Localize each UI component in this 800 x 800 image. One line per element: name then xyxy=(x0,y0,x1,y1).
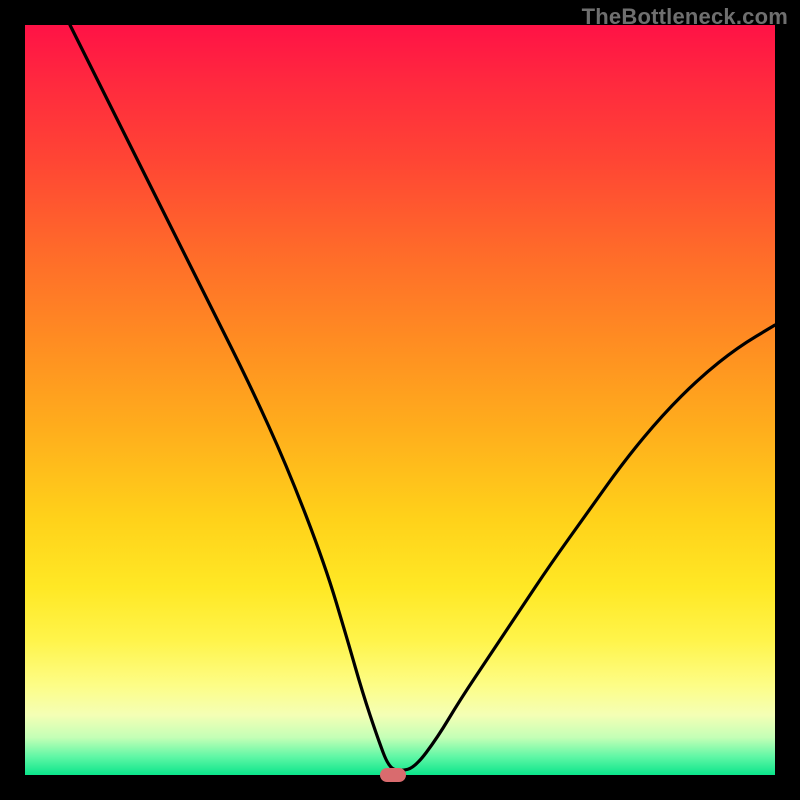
optimal-marker xyxy=(380,768,406,782)
chart-wrapper: TheBottleneck.com xyxy=(0,0,800,800)
curve-layer xyxy=(25,25,775,775)
bottleneck-curve xyxy=(70,25,775,770)
plot-area xyxy=(25,25,775,775)
watermark-text: TheBottleneck.com xyxy=(582,4,788,30)
